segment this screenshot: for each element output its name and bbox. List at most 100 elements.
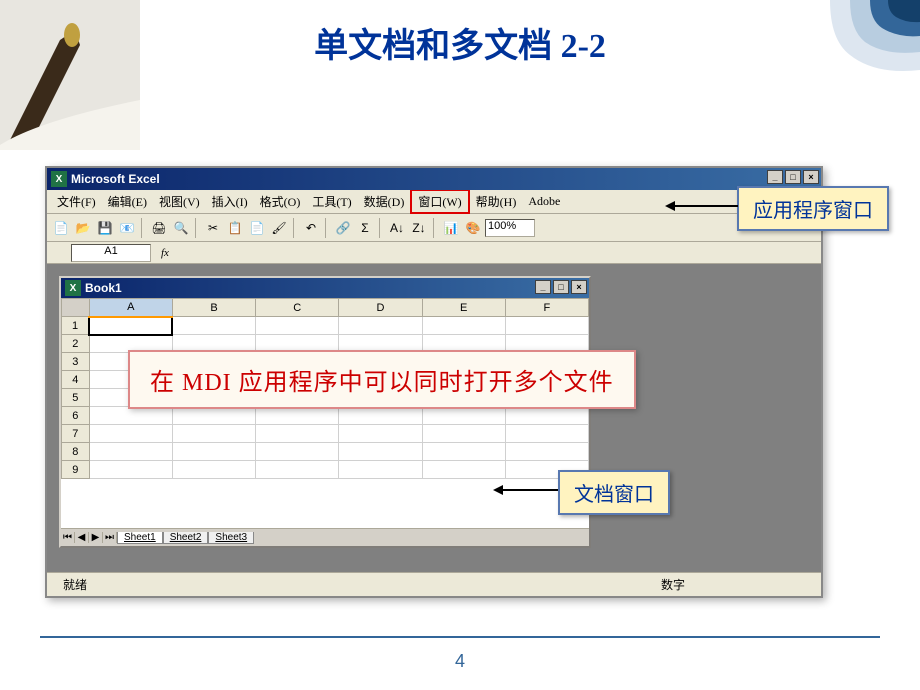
sheet-tab[interactable]: Sheet1	[117, 532, 163, 544]
maximize-button[interactable]: □	[785, 170, 801, 184]
save-icon[interactable]: 💾	[95, 218, 115, 238]
menu-item[interactable]: 窗口(W)	[410, 189, 469, 214]
row-header[interactable]: 8	[62, 443, 90, 461]
open-icon[interactable]: 📂	[73, 218, 93, 238]
callout-doc-window: 文档窗口	[558, 470, 670, 515]
cell[interactable]	[89, 407, 172, 425]
cell[interactable]	[89, 425, 172, 443]
cell[interactable]	[172, 425, 255, 443]
menu-item[interactable]: 工具(T)	[306, 191, 357, 212]
link-icon[interactable]: 🔗	[333, 218, 353, 238]
cell[interactable]	[422, 461, 505, 479]
menu-item[interactable]: 数据(D)	[358, 191, 411, 212]
mail-icon[interactable]: 📧	[117, 218, 137, 238]
child-titlebar[interactable]: X Book1 _ □ ×	[61, 278, 589, 298]
row-header[interactable]: 9	[62, 461, 90, 479]
tab-nav-prev-icon[interactable]: ◀	[75, 532, 89, 543]
cell[interactable]	[256, 443, 339, 461]
cell[interactable]	[339, 407, 422, 425]
cell[interactable]	[505, 443, 588, 461]
row-header[interactable]: 7	[62, 425, 90, 443]
row-header[interactable]: 4	[62, 371, 90, 389]
format-painter-icon[interactable]: 🖌	[269, 218, 289, 238]
cell[interactable]	[422, 317, 505, 335]
footer-line	[40, 636, 880, 638]
cell[interactable]	[505, 317, 588, 335]
cell[interactable]	[172, 461, 255, 479]
app-titlebar[interactable]: X Microsoft Excel _ □ ×	[47, 168, 821, 190]
menu-item[interactable]: Adobe	[522, 192, 566, 211]
cell[interactable]	[339, 317, 422, 335]
cell[interactable]	[256, 461, 339, 479]
drawing-icon[interactable]: 🎨	[463, 218, 483, 238]
sum-icon[interactable]: Σ	[355, 218, 375, 238]
cell[interactable]	[172, 443, 255, 461]
row-header[interactable]: 1	[62, 317, 90, 335]
tab-nav-last-icon[interactable]: ⏭	[103, 532, 117, 543]
row-header[interactable]: 2	[62, 335, 90, 353]
cell[interactable]	[339, 443, 422, 461]
cell[interactable]	[505, 407, 588, 425]
select-all-corner[interactable]	[62, 299, 90, 317]
copy-icon[interactable]: 📋	[225, 218, 245, 238]
tab-nav-first-icon[interactable]: ⏮	[61, 532, 75, 543]
cell[interactable]	[505, 425, 588, 443]
column-header[interactable]: A	[89, 299, 172, 317]
paste-icon[interactable]: 📄	[247, 218, 267, 238]
status-ready: 就绪	[63, 576, 87, 593]
cell[interactable]	[256, 425, 339, 443]
undo-icon[interactable]: ↶	[301, 218, 321, 238]
cell[interactable]	[422, 425, 505, 443]
menu-item[interactable]: 插入(I)	[206, 191, 254, 212]
cell[interactable]	[422, 443, 505, 461]
sheet-tab[interactable]: Sheet3	[208, 532, 254, 544]
column-header[interactable]: D	[339, 299, 422, 317]
document-window[interactable]: X Book1 _ □ × ABCDEF 123456789 ⏮ ◀ ▶ ⏭ Sh…	[59, 276, 591, 548]
sheet-tab[interactable]: Sheet2	[163, 532, 209, 544]
cell[interactable]	[89, 317, 172, 335]
preview-icon[interactable]: 🔍	[171, 218, 191, 238]
menubar[interactable]: 文件(F)编辑(E)视图(V)插入(I)格式(O)工具(T)数据(D)窗口(W)…	[47, 190, 821, 214]
cut-icon[interactable]: ✂	[203, 218, 223, 238]
row-header[interactable]: 3	[62, 353, 90, 371]
menu-item[interactable]: 帮助(H)	[470, 191, 523, 212]
print-icon[interactable]: 🖨	[149, 218, 169, 238]
sort-asc-icon[interactable]: A↓	[387, 218, 407, 238]
child-maximize-button[interactable]: □	[553, 280, 569, 294]
name-box[interactable]: A1	[71, 244, 151, 262]
cell[interactable]	[339, 425, 422, 443]
child-minimize-button[interactable]: _	[535, 280, 551, 294]
cell[interactable]	[89, 461, 172, 479]
workbook-icon: X	[65, 280, 81, 296]
new-icon[interactable]: 📄	[51, 218, 71, 238]
cell[interactable]	[422, 407, 505, 425]
menu-item[interactable]: 文件(F)	[51, 191, 102, 212]
sheet-tabs[interactable]: ⏮ ◀ ▶ ⏭ Sheet1Sheet2Sheet3	[61, 528, 589, 546]
cell[interactable]	[172, 407, 255, 425]
column-header[interactable]: E	[422, 299, 505, 317]
cell[interactable]	[89, 443, 172, 461]
toolbar[interactable]: 📄 📂 💾 📧 🖨 🔍 ✂ 📋 📄 🖌 ↶ 🔗 Σ A↓ Z↓ 📊 🎨 100%	[47, 214, 821, 242]
tab-nav-next-icon[interactable]: ▶	[89, 532, 103, 543]
mdi-client-area: X Book1 _ □ × ABCDEF 123456789 ⏮ ◀ ▶ ⏭ Sh…	[47, 264, 821, 572]
chart-icon[interactable]: 📊	[441, 218, 461, 238]
sort-desc-icon[interactable]: Z↓	[409, 218, 429, 238]
menu-item[interactable]: 编辑(E)	[102, 191, 153, 212]
column-header[interactable]: B	[172, 299, 255, 317]
minimize-button[interactable]: _	[767, 170, 783, 184]
child-close-button[interactable]: ×	[571, 280, 587, 294]
row-header[interactable]: 5	[62, 389, 90, 407]
row-header[interactable]: 6	[62, 407, 90, 425]
cell[interactable]	[172, 317, 255, 335]
cell[interactable]	[256, 317, 339, 335]
cell[interactable]	[339, 461, 422, 479]
menu-item[interactable]: 视图(V)	[153, 191, 206, 212]
column-header[interactable]: C	[256, 299, 339, 317]
cell[interactable]	[256, 407, 339, 425]
spreadsheet-grid[interactable]: ABCDEF 123456789	[61, 298, 589, 528]
zoom-box[interactable]: 100%	[485, 219, 535, 237]
close-button[interactable]: ×	[803, 170, 819, 184]
menu-item[interactable]: 格式(O)	[254, 191, 307, 212]
column-header[interactable]: F	[505, 299, 588, 317]
formula-bar[interactable]: A1 fx	[47, 242, 821, 264]
